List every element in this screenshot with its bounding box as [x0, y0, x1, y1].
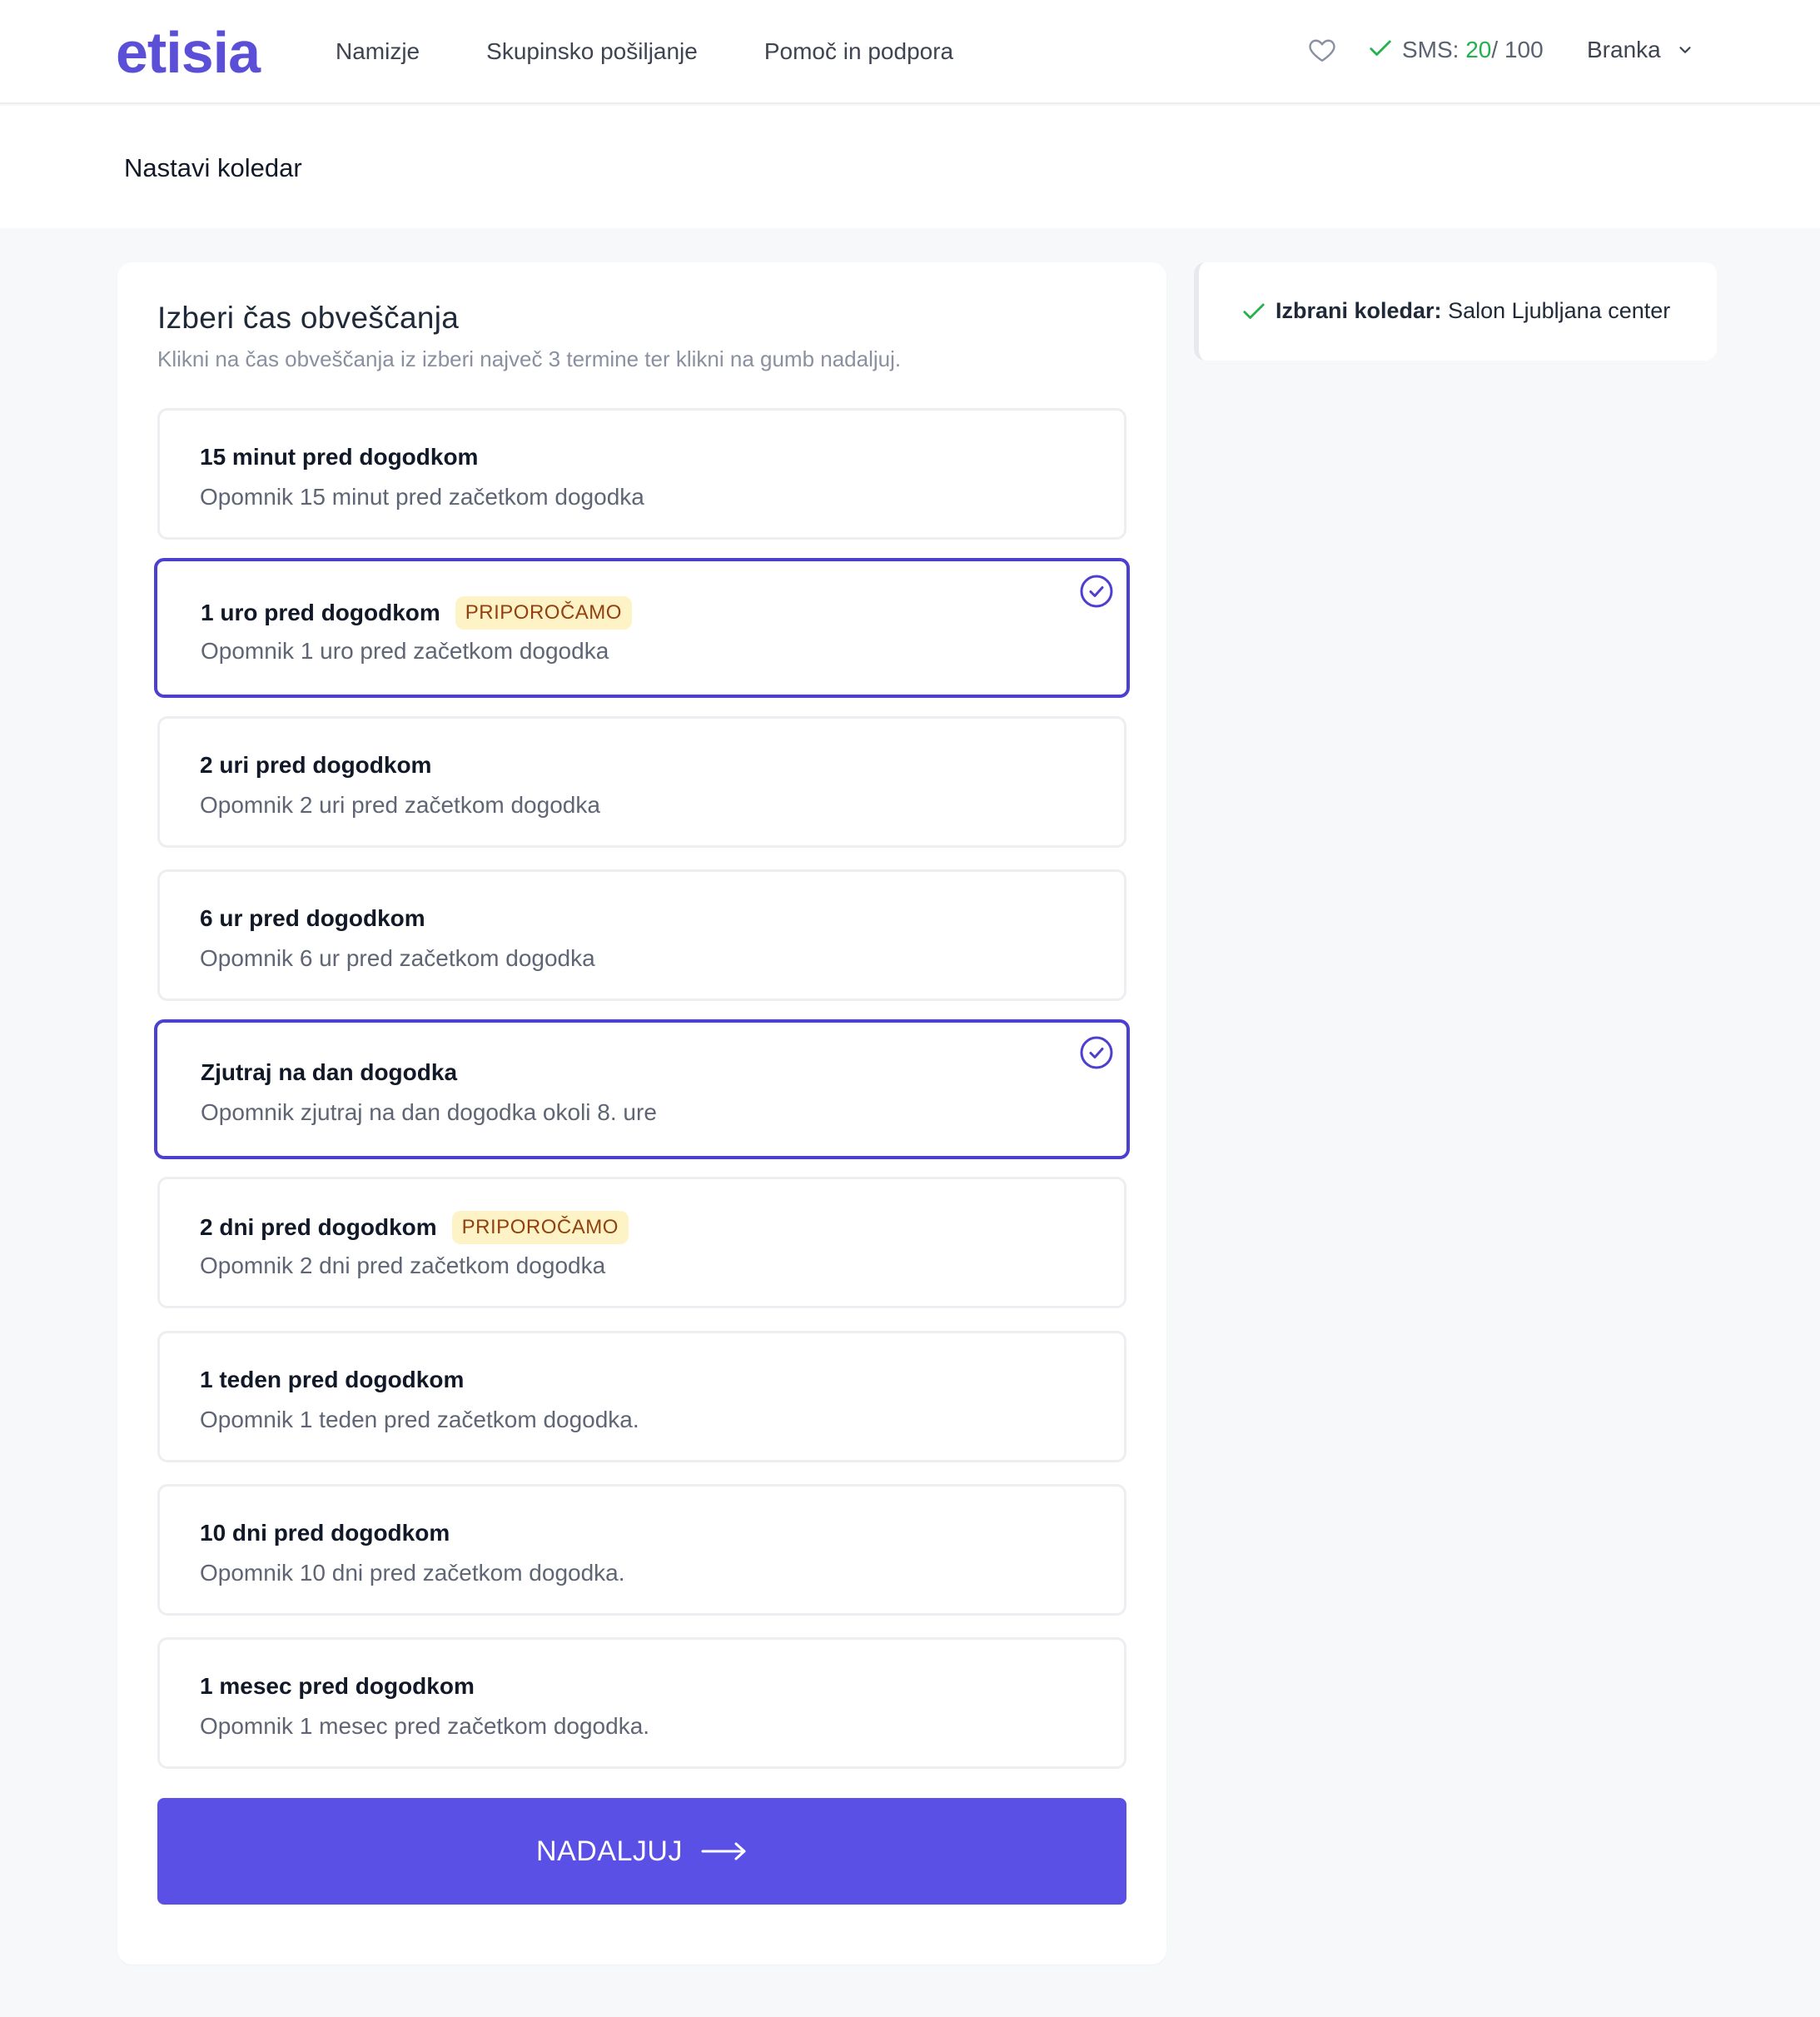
sms-label: SMS:: [1402, 37, 1466, 62]
option-1-hour[interactable]: 1 uro pred dogodkom PRIPOROČAMO Opomnik 1…: [154, 558, 1130, 698]
continue-button-label: NADALJUJ: [536, 1835, 683, 1867]
option-title: 10 dni pred dogodkom: [200, 1518, 450, 1548]
selected-calendar-card: Izbrani koledar: Salon Ljubljana center: [1194, 262, 1717, 361]
option-title: 6 ur pred dogodkom: [200, 904, 425, 934]
option-title: 1 uro pred dogodkom PRIPOROČAMO: [201, 596, 632, 630]
selected-check-icon: [1080, 1036, 1113, 1069]
nav-item-namizje[interactable]: Namizje: [336, 35, 420, 68]
check-icon: [1243, 303, 1265, 319]
option-title-text: 1 mesec pred dogodkom: [200, 1673, 475, 1699]
continue-button[interactable]: NADALJUJ: [157, 1798, 1126, 1905]
check-icon: [1370, 40, 1391, 56]
option-title-text: 6 ur pred dogodkom: [200, 905, 425, 931]
option-description: Opomnik 1 uro pred začetkom dogodka: [201, 638, 609, 664]
top-navigation-bar: etisia Namizje Skupinsko pošiljanje Pomo…: [0, 0, 1820, 104]
nav-item-skupinsko-posiljanje[interactable]: Skupinsko pošiljanje: [486, 35, 698, 68]
form-instructions: Klikni na čas obveščanja iz izberi najve…: [157, 346, 902, 371]
option-title: 15 minut pred dogodkom: [200, 442, 478, 472]
option-1-week[interactable]: 1 teden pred dogodkom Opomnik 1 teden pr…: [157, 1331, 1126, 1462]
selected-calendar-text: Izbrani koledar: Salon Ljubljana center: [1275, 296, 1670, 326]
sms-credit-counter: SMS: 20/ 100: [1402, 33, 1544, 67]
option-2-hours[interactable]: 2 uri pred dogodkom Opomnik 2 uri pred z…: [157, 716, 1126, 848]
option-title-text: 15 minut pred dogodkom: [200, 444, 479, 470]
option-description: Opomnik 10 dni pred začetkom dogodka.: [200, 1560, 625, 1586]
option-2-days[interactable]: 2 dni pred dogodkom PRIPOROČAMO Opomnik 2…: [157, 1177, 1126, 1308]
nav-item-pomoc-in-podpora[interactable]: Pomoč in podpora: [764, 35, 953, 68]
user-name: Branka: [1587, 37, 1661, 62]
selected-check-icon: [1080, 575, 1113, 608]
option-description: Opomnik 1 mesec pred začetkom dogodka.: [200, 1713, 650, 1739]
option-description: Opomnik zjutraj na dan dogodka okoli 8. …: [201, 1099, 657, 1125]
option-title: 2 dni pred dogodkom PRIPOROČAMO: [200, 1211, 629, 1244]
option-1-month[interactable]: 1 mesec pred dogodkom Opomnik 1 mesec pr…: [157, 1637, 1126, 1769]
recommended-badge: PRIPOROČAMO: [451, 1211, 629, 1244]
option-description: Opomnik 1 teden pred začetkom dogodka.: [200, 1407, 639, 1432]
option-title: 1 teden pred dogodkom: [200, 1365, 464, 1395]
option-title: Zjutraj na dan dogodka: [201, 1058, 457, 1088]
option-15-minutes[interactable]: 15 minut pred dogodkom Opomnik 15 minut …: [157, 408, 1126, 540]
page-title: Nastavi koledar: [124, 153, 302, 182]
user-menu[interactable]: Branka: [1587, 33, 1694, 67]
selected-calendar-label: Izbrani koledar:: [1275, 298, 1442, 323]
etisia-logo[interactable]: etisia: [116, 15, 261, 90]
heart-icon[interactable]: [1307, 35, 1337, 65]
option-6-hours[interactable]: 6 ur pred dogodkom Opomnik 6 ur pred zač…: [157, 869, 1126, 1001]
option-description: Opomnik 2 uri pred začetkom dogodka: [200, 792, 600, 818]
option-title-text: 1 uro pred dogodkom: [201, 600, 440, 625]
main-nav: Namizje Skupinsko pošiljanje Pomoč in po…: [336, 35, 953, 68]
option-title: 1 mesec pred dogodkom: [200, 1671, 475, 1701]
option-title-text: 2 dni pred dogodkom: [200, 1214, 437, 1240]
option-description: Opomnik 2 dni pred začetkom dogodka: [200, 1253, 606, 1278]
option-description: Opomnik 15 minut pred začetkom dogodka: [200, 484, 644, 510]
form-title: Izberi čas obveščanja: [157, 301, 460, 335]
selected-calendar-value: Salon Ljubljana center: [1448, 298, 1671, 323]
option-morning-of-event[interactable]: Zjutraj na dan dogodka Opomnik zjutraj n…: [154, 1019, 1130, 1159]
option-title: 2 uri pred dogodkom: [200, 750, 431, 780]
recommended-badge: PRIPOROČAMO: [455, 596, 632, 630]
option-title-text: 1 teden pred dogodkom: [200, 1367, 465, 1392]
arrow-right-icon: [701, 1842, 746, 1860]
chevron-down-icon: [1679, 47, 1691, 53]
sms-total-count: / 100: [1491, 37, 1544, 62]
option-title-text: 2 uri pred dogodkom: [200, 752, 432, 778]
option-title-text: 10 dni pred dogodkom: [200, 1520, 450, 1546]
option-10-days[interactable]: 10 dni pred dogodkom Opomnik 10 dni pred…: [157, 1484, 1126, 1616]
option-title-text: Zjutraj na dan dogodka: [201, 1059, 458, 1085]
option-description: Opomnik 6 ur pred začetkom dogodka: [200, 945, 595, 971]
sms-used-count: 20: [1465, 37, 1492, 62]
